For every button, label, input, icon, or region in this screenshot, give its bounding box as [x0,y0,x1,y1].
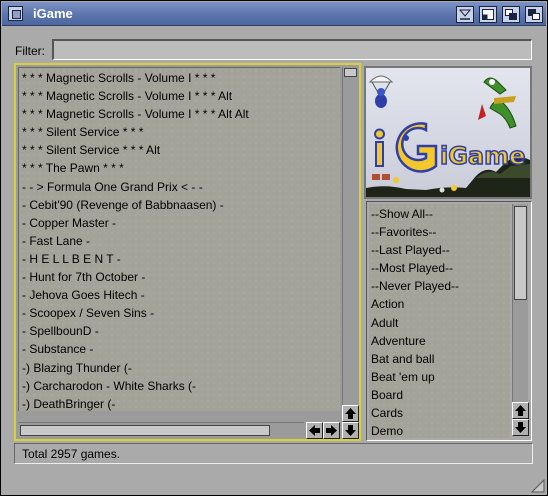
arrow-up-icon [515,405,526,416]
game-list-horizontal-scrollbar[interactable] [18,422,304,438]
category-list-item[interactable]: Adult [371,314,459,332]
title-bar[interactable]: iGame [2,2,546,26]
category-list-item[interactable]: Board [371,386,459,404]
logo-wordmark: iGame [440,142,525,170]
category-list-item[interactable]: Bat and ball [371,350,459,368]
window-title: iGame [33,6,73,21]
category-list[interactable]: --Show All-- --Favorites-- --Last Played--… [366,201,532,441]
game-list-item[interactable]: - Copper Master - [21,214,339,232]
arrow-right-icon [326,425,337,436]
game-list-item[interactable]: * * * Magnetic Scrolls - Volume I * * * … [21,87,339,105]
game-list-item[interactable]: * * * The Pawn * * * [21,159,339,177]
category-list-item[interactable]: --Last Played-- [371,241,459,259]
igame-logo-image: iGame [364,66,532,199]
game-list-item[interactable]: - Substance - [21,340,339,358]
category-list-scroll-up-button[interactable] [512,402,529,419]
game-list-rows: * * * Magnetic Scrolls - Volume I * * * *… [21,69,339,411]
game-list-item[interactable]: * * * Magnetic Scrolls - Volume I * * * [21,69,339,87]
category-list-item[interactable]: Action [371,295,459,313]
igame-window: iGame Filter: * * * Magnetic Scrolls - V… [0,0,548,496]
game-list-vertical-scrollbar[interactable] [342,67,358,405]
game-list-item[interactable]: - - > Formula One Grand Prix < - - [21,178,339,196]
game-list-vertical-scroll-thumb[interactable] [344,68,357,77]
category-list-item[interactable]: --Show All-- [371,205,459,223]
arrow-down-icon [515,422,526,433]
game-list-scroll-up-button[interactable] [342,405,359,422]
arrow-down-icon [345,425,356,436]
game-list-item[interactable]: - Scoopex / Seven Sins - [21,304,339,322]
game-list-item[interactable]: -) Blazing Thunder (- [21,359,339,377]
category-list-item[interactable]: --Never Played-- [371,277,459,295]
category-list-item[interactable]: Beat 'em up [371,368,459,386]
iconify-icon[interactable] [456,6,474,23]
category-list-vertical-scrollbar[interactable] [512,204,528,402]
category-list-item[interactable]: --Favorites-- [371,223,459,241]
category-list-vertical-scroll-thumb[interactable] [514,206,527,300]
game-list[interactable]: * * * Magnetic Scrolls - Volume I * * * *… [14,63,361,441]
close-window-icon[interactable] [8,6,23,21]
zoom-window-icon[interactable] [479,6,497,23]
game-list-item[interactable]: * * * Silent Service * * * Alt [21,141,339,159]
depth-front-icon[interactable] [502,6,520,23]
game-list-item[interactable]: * * * Silent Service * * * [21,123,339,141]
game-list-item[interactable]: - SpellbounD - [21,322,339,340]
game-list-item[interactable]: -) Carcharodon - White Sharks (- [21,377,339,395]
category-list-item[interactable]: --Most Played-- [371,259,459,277]
status-text: Total 2957 games. [22,447,121,461]
category-list-item[interactable]: Cards [371,404,459,422]
game-list-scroll-left-button[interactable] [306,422,323,439]
resize-grip-icon[interactable] [530,478,545,493]
game-list-item[interactable]: - H E L L B E N T - [21,250,339,268]
game-list-item[interactable]: - Fast Lane - [21,232,339,250]
arrow-left-icon [309,425,320,436]
category-list-scroll-down-button[interactable] [512,419,529,436]
game-list-scroll-down-button[interactable] [342,422,359,439]
game-list-scroll-right-button[interactable] [323,422,340,439]
depth-back-icon[interactable] [525,6,543,23]
filter-label: Filter: [15,44,45,58]
category-list-item[interactable]: Demo [371,422,459,438]
game-list-horizontal-scroll-thumb[interactable] [20,425,270,436]
game-list-item[interactable]: - Hunt for 7th October - [21,268,339,286]
arrow-up-icon [345,408,356,419]
category-list-rows: --Show All-- --Favorites-- --Last Played--… [371,205,459,438]
category-list-viewport[interactable]: --Show All-- --Favorites-- --Last Played--… [369,204,510,438]
game-list-viewport[interactable]: * * * Magnetic Scrolls - Volume I * * * *… [18,67,340,411]
game-list-item[interactable]: - Cebit'90 (Revenge of Babbnaasen) - [21,196,339,214]
status-bar: Total 2957 games. [14,443,533,464]
filter-input[interactable] [52,39,532,60]
game-list-item[interactable]: - Jehova Goes Hitech - [21,286,339,304]
game-list-item[interactable]: * * * Magnetic Scrolls - Volume I * * * … [21,105,339,123]
category-list-item[interactable]: Adventure [371,332,459,350]
game-list-item[interactable]: -) DeathBringer (- [21,395,339,411]
